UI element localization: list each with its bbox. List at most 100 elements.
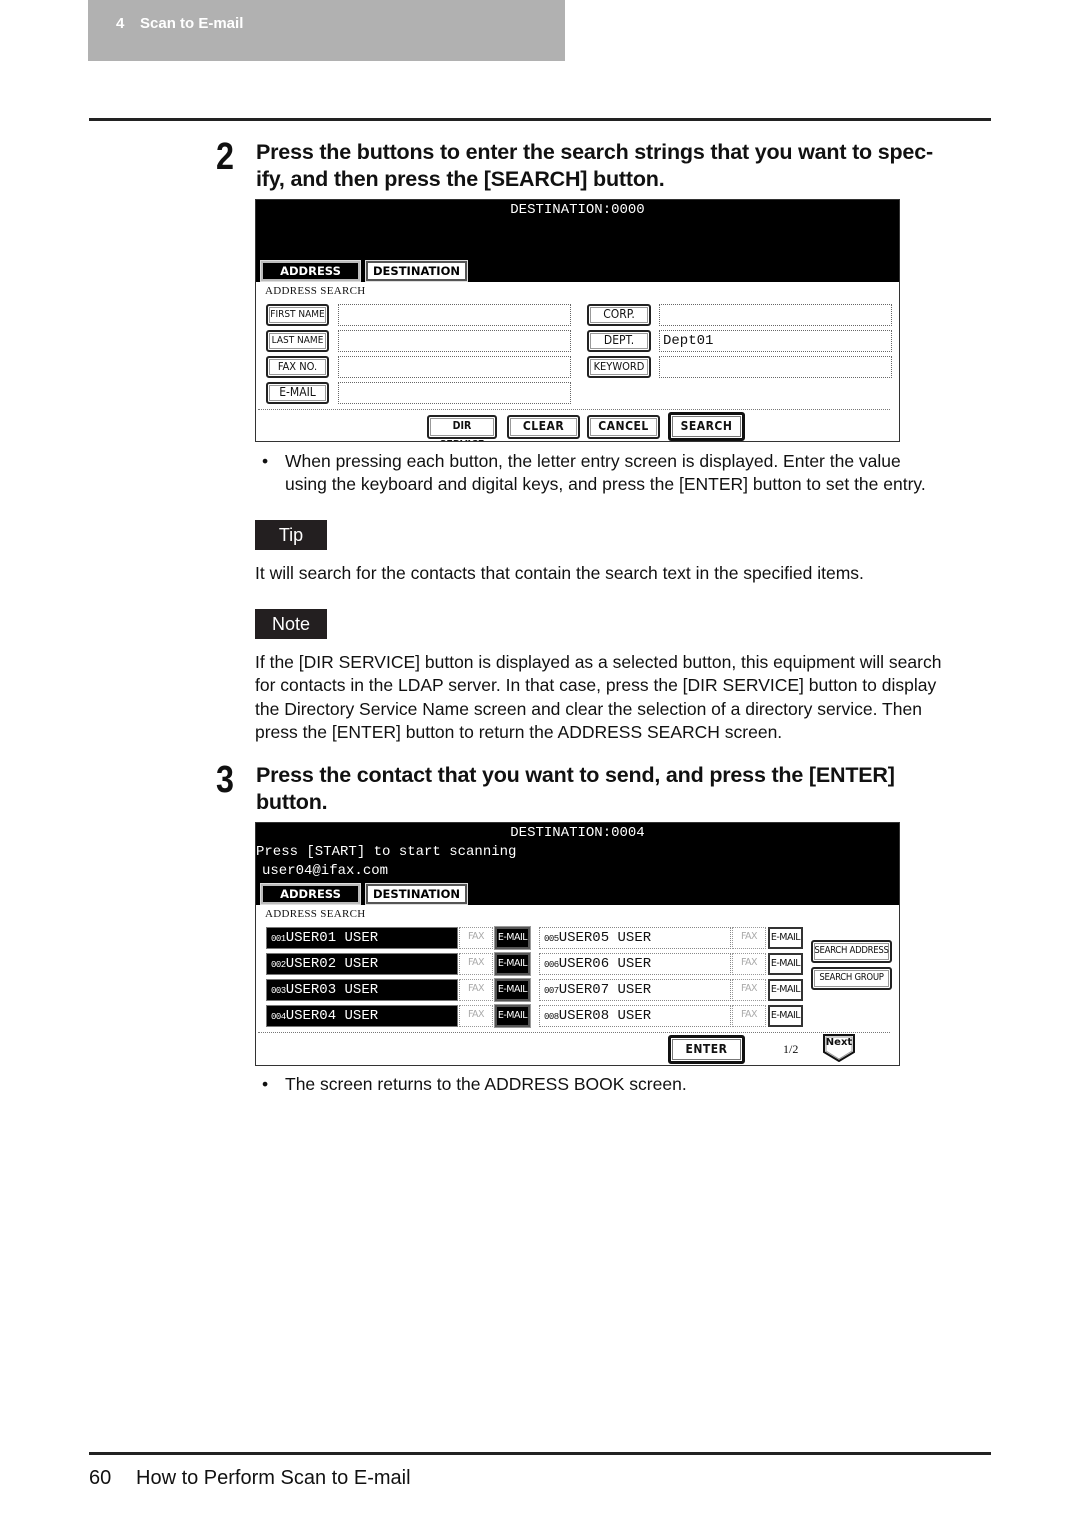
note-line: the Directory Service Name screen and cl… (255, 698, 922, 719)
fax-number-button[interactable]: FAX NO. (266, 356, 329, 378)
step-2-line-1: Press the buttons to enter the search st… (256, 140, 933, 164)
search-results-screen: DESTINATION:0004 Press [START] to start … (255, 822, 900, 1066)
fax-toggle[interactable]: FAX (732, 1005, 766, 1027)
step-number-2: 2 (216, 136, 234, 178)
selected-address: user04@ifax.com (262, 863, 389, 879)
contact-entry[interactable]: 001USER01 USER (266, 927, 458, 949)
email-toggle[interactable]: E-MAIL (768, 953, 803, 975)
fax-toggle[interactable]: FAX (459, 979, 493, 1001)
enter-button[interactable]: ENTER (668, 1035, 745, 1064)
entry-name: USER08 USER (558, 1008, 652, 1024)
bullet-marker: • (262, 1074, 269, 1094)
contact-entry[interactable]: 005USER05 USER (539, 927, 731, 949)
corp-field[interactable] (659, 304, 892, 326)
email-toggle[interactable]: E-MAIL (768, 979, 803, 1001)
contact-entry[interactable]: 002USER02 USER (266, 953, 458, 975)
chapter-title: Scan to E-mail (140, 15, 244, 32)
section-label-address-search: ADDRESS SEARCH (265, 285, 366, 297)
email-field[interactable] (338, 382, 571, 404)
page-indicator: 1/2 (783, 1042, 799, 1056)
fax-number-field[interactable] (338, 356, 571, 378)
chapter-number: 4 (116, 15, 125, 32)
contact-entry[interactable]: 008USER08 USER (539, 1005, 731, 1027)
entry-index: 005 (544, 934, 559, 944)
step-2-line-2: ify, and then press the [SEARCH] button. (256, 167, 665, 191)
contact-entry[interactable]: 007USER07 USER (539, 979, 731, 1001)
page-number: 60 (89, 1467, 112, 1489)
destination-count: DESTINATION:0000 (510, 202, 645, 218)
search-group-button[interactable]: SEARCH GROUP (811, 967, 892, 990)
email-toggle[interactable]: E-MAIL (494, 1004, 531, 1028)
tab-destination[interactable]: DESTINATION (365, 260, 468, 282)
chapter-header-tab: 4 Scan to E-mail (88, 0, 565, 61)
tip-label: Tip (255, 520, 327, 550)
next-page-button[interactable]: Next (823, 1034, 855, 1063)
cancel-button[interactable]: CANCEL (587, 415, 660, 439)
step-2-note-line-1: When pressing each button, the letter en… (285, 451, 901, 471)
email-toggle[interactable]: E-MAIL (768, 927, 803, 949)
email-toggle[interactable]: E-MAIL (494, 926, 531, 950)
corp-button[interactable]: CORP. (587, 304, 651, 326)
next-label: Next (825, 1037, 853, 1048)
clear-button[interactable]: CLEAR (507, 415, 580, 439)
first-name-button[interactable]: FIRST NAME (266, 304, 329, 326)
first-name-field[interactable] (338, 304, 571, 326)
contact-entry[interactable]: 006USER06 USER (539, 953, 731, 975)
email-toggle[interactable]: E-MAIL (768, 1005, 803, 1027)
fax-toggle[interactable]: FAX (459, 1005, 493, 1027)
step-3-line-2: button. (256, 790, 328, 814)
entry-name: USER01 USER (285, 930, 379, 946)
step-number-3: 3 (216, 759, 234, 801)
note-line: for contacts in the LDAP server. In that… (255, 675, 937, 696)
fax-toggle[interactable]: FAX (459, 953, 493, 975)
contact-entry[interactable]: 004USER04 USER (266, 1005, 458, 1027)
entry-index: 008 (544, 1012, 559, 1022)
email-toggle[interactable]: E-MAIL (494, 978, 531, 1002)
entry-name: USER02 USER (285, 956, 379, 972)
bottom-divider (89, 1452, 991, 1455)
fax-toggle[interactable]: FAX (732, 953, 766, 975)
contact-entry[interactable]: 003USER03 USER (266, 979, 458, 1001)
last-name-field[interactable] (338, 330, 571, 352)
email-button[interactable]: E-MAIL (266, 382, 329, 404)
separator-line (258, 1032, 890, 1033)
step-3-note: The screen returns to the ADDRESS BOOK s… (285, 1074, 687, 1094)
search-address-button[interactable]: SEARCH ADDRESS (811, 940, 892, 963)
entry-index: 004 (271, 1012, 286, 1022)
status-message: Press [START] to start scanning (256, 844, 517, 860)
keyword-field[interactable] (659, 356, 892, 378)
step-2-note: When pressing each button, the letter en… (285, 450, 985, 496)
note-line: press the [ENTER] button to return the A… (255, 721, 783, 742)
dept-field[interactable]: Dept01 (659, 330, 892, 352)
search-button[interactable]: SEARCH (668, 412, 745, 441)
dept-button[interactable]: DEPT. (587, 330, 651, 352)
fax-toggle[interactable]: FAX (732, 927, 766, 949)
fax-toggle[interactable]: FAX (732, 979, 766, 1001)
entry-name: USER03 USER (285, 982, 379, 998)
entry-index: 003 (271, 986, 286, 996)
tab-address[interactable]: ADDRESS (260, 883, 361, 905)
dir-service-button[interactable]: DIR SERVICE (427, 415, 497, 441)
top-divider (89, 118, 991, 121)
entry-index: 001 (271, 934, 286, 944)
tab-address[interactable]: ADDRESS (260, 260, 361, 282)
entry-name: USER06 USER (558, 956, 652, 972)
last-name-button[interactable]: LAST NAME (266, 330, 329, 352)
entry-index: 002 (271, 960, 286, 970)
keyword-button[interactable]: KEYWORD (587, 356, 651, 378)
tab-destination[interactable]: DESTINATION (365, 883, 468, 905)
step-2-note-line-2: using the keyboard and digital keys, and… (285, 474, 926, 494)
fax-toggle[interactable]: FAX (459, 927, 493, 949)
step-3-instruction: Press the contact that you want to send,… (256, 762, 996, 816)
entry-index: 007 (544, 986, 559, 996)
entry-index: 006 (544, 960, 559, 970)
address-search-screen: DESTINATION:0000 ADDRESS DESTINATION ADD… (255, 199, 900, 442)
note-label: Note (255, 609, 327, 639)
destination-count: DESTINATION:0004 (510, 825, 645, 841)
footer-section-title: How to Perform Scan to E-mail (136, 1467, 411, 1489)
email-toggle[interactable]: E-MAIL (494, 952, 531, 976)
section-label-address-search: ADDRESS SEARCH (265, 908, 366, 920)
bullet-marker: • (262, 451, 269, 471)
step-3-line-1: Press the contact that you want to send,… (256, 763, 895, 787)
note-text: If the [DIR SERVICE] button is displayed… (255, 651, 995, 744)
